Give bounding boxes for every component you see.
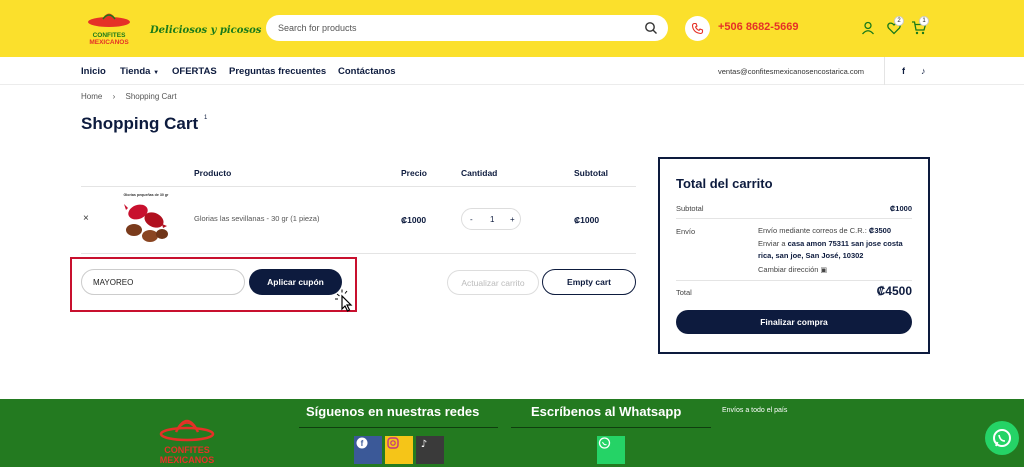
wishlist-count-badge: 2 <box>894 16 904 26</box>
tagline: Deliciosos y picosos <box>150 25 262 36</box>
breadcrumb-current: Shopping Cart <box>125 92 177 101</box>
nav-item-contact[interactable]: Contáctanos <box>338 66 396 77</box>
checkout-button[interactable]: Finalizar compra <box>676 310 912 334</box>
product-name[interactable]: Glorias las sevillanas - 30 gr (1 pieza) <box>194 214 319 223</box>
search-bar <box>266 15 668 41</box>
footer-divider <box>511 427 711 428</box>
change-address-label: Cambiar dirección <box>758 265 819 274</box>
empty-cart-button[interactable]: Empty cart <box>542 269 636 295</box>
footer-social-heading: Síguenos en nuestras redes <box>306 404 480 419</box>
table-divider <box>81 186 636 187</box>
page-title: Shopping Cart <box>81 114 199 133</box>
subtotal-value: ₡1000 <box>889 204 912 213</box>
breadcrumb-separator: › <box>112 92 116 101</box>
ship-to-prefix: Enviar a <box>758 239 786 248</box>
totals-divider <box>676 280 912 281</box>
main-nav: Inicio Tienda ▼ OFERTAS Preguntas frecue… <box>0 57 1024 85</box>
coupon-code-input[interactable] <box>81 269 245 295</box>
chevron-down-icon: ▼ <box>153 70 160 76</box>
cart-count-badge: 1 <box>919 16 929 26</box>
whatsapp-icon[interactable] <box>597 436 625 464</box>
update-cart-button[interactable]: Actualizar carrito <box>447 270 539 295</box>
column-header-product: Producto <box>194 168 232 178</box>
brand-logo[interactable]: CONFITES MEXICANOS <box>86 8 132 48</box>
tiktok-icon[interactable]: ♪ <box>416 436 444 464</box>
product-image[interactable]: Glorias pequeñas de 30 gr <box>116 190 176 248</box>
user-icon[interactable] <box>860 20 876 36</box>
nav-item-faq[interactable]: Preguntas frecuentes <box>229 66 326 77</box>
quantity-decrement-button[interactable]: - <box>470 215 473 224</box>
product-image-caption: Glorias pequeñas de 30 gr <box>124 193 170 197</box>
instagram-icon[interactable] <box>385 436 413 464</box>
product-subtotal: ₡1000 <box>574 215 600 225</box>
total-value: ₡4500 <box>876 284 912 298</box>
shipping-method-price: ₡3500 <box>868 226 892 235</box>
column-header-quantity: Cantidad <box>461 168 498 178</box>
subtotal-label: Subtotal <box>676 204 704 213</box>
quantity-value[interactable]: 1 <box>490 215 494 224</box>
tiktok-icon[interactable]: ♪ <box>921 66 926 76</box>
truck-icon: ▣ <box>820 267 828 274</box>
contact-email[interactable]: ventas@confitesmexicanosencostarica.com <box>718 67 864 76</box>
column-header-subtotal: Subtotal <box>574 168 608 178</box>
nav-item-tienda[interactable]: Tienda ▼ <box>120 66 159 77</box>
phone-icon-button[interactable] <box>685 16 710 41</box>
pointer-cursor-icon <box>335 289 353 312</box>
whatsapp-icon <box>993 429 1011 447</box>
svg-text:CONFITES: CONFITES <box>93 32 127 39</box>
svg-text:f: f <box>361 439 364 448</box>
apply-coupon-button[interactable]: Aplicar cupón <box>249 269 342 295</box>
footer-whatsapp-heading: Escríbenos al Whatsapp <box>531 404 682 419</box>
column-header-price: Precio <box>401 168 427 178</box>
breadcrumb-home[interactable]: Home <box>81 92 102 101</box>
remove-item-button[interactable]: × <box>83 213 89 224</box>
shipping-destination: Enviar a casa amon 75311 san jose costa … <box>758 238 912 261</box>
cart-totals-title: Total del carrito <box>676 176 773 191</box>
facebook-icon[interactable]: f <box>902 66 905 76</box>
svg-text:CONFITES: CONFITES <box>164 445 210 455</box>
shipping-method: Envío mediante correos de C.R.: ₡3500 <box>758 225 912 237</box>
quantity-stepper: - 1 + <box>461 208 521 230</box>
facebook-icon[interactable]: f <box>354 436 382 464</box>
breadcrumb: Home › Shopping Cart <box>81 92 185 101</box>
footer-shipping-note: Envíos a todo el país <box>722 407 788 414</box>
svg-text:♪: ♪ <box>421 439 427 450</box>
svg-text:MEXICANOS: MEXICANOS <box>89 39 129 46</box>
product-price: ₡1000 <box>401 215 427 225</box>
phone-number[interactable]: +506 8682-5669 <box>718 21 798 33</box>
cart-item-count: 1 <box>204 115 208 121</box>
footer-logo[interactable]: CONFITES MEXICANOS <box>150 404 224 466</box>
change-address-link[interactable]: Cambiar dirección ▣ <box>758 264 827 277</box>
nav-item-tienda-label: Tienda <box>120 66 151 77</box>
shipping-label: Envío <box>676 227 696 236</box>
totals-divider <box>676 218 912 219</box>
shipping-method-text: Envío mediante correos de C.R.: <box>758 226 867 235</box>
footer-divider <box>299 427 498 428</box>
search-icon[interactable] <box>644 21 658 35</box>
nav-item-inicio[interactable]: Inicio <box>81 66 106 77</box>
nav-item-ofertas[interactable]: OFERTAS <box>172 66 217 77</box>
svg-text:MEXICANOS: MEXICANOS <box>160 455 215 465</box>
phone-icon <box>691 22 704 35</box>
nav-divider <box>884 57 885 85</box>
search-input[interactable] <box>278 15 638 41</box>
total-label: Total <box>676 288 692 297</box>
quantity-increment-button[interactable]: + <box>510 215 515 224</box>
table-divider <box>81 253 636 254</box>
whatsapp-float-button[interactable] <box>985 421 1019 455</box>
